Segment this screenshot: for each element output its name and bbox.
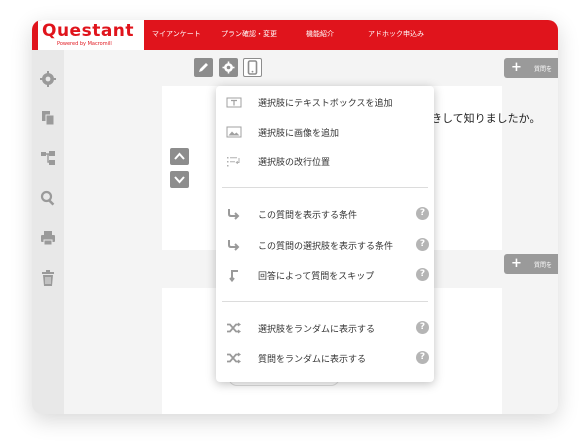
- linebreak-icon: [226, 153, 242, 169]
- menu-item-label: 選択肢にテキストボックスを追加: [258, 99, 393, 109]
- menu-divider: [222, 301, 428, 302]
- add-question-label: 質問を: [534, 262, 553, 269]
- help-icon[interactable]: ?: [416, 321, 429, 334]
- top-navigation-bar: Questant Powered by Macromill マイアンケート プラ…: [32, 20, 558, 50]
- nav-item-adhoc[interactable]: アドホック申込み: [368, 29, 424, 39]
- tree-icon[interactable]: [39, 149, 57, 167]
- menu-item-line-break[interactable]: 選択肢の改行位置: [216, 150, 434, 172]
- menu-item-skip[interactable]: 回答によって質問をスキップ ?: [216, 264, 434, 286]
- menu-item-label: 質問をランダムに表示する: [258, 355, 367, 365]
- menu-item-add-textbox[interactable]: 選択肢にテキストボックスを追加: [216, 91, 434, 113]
- branch-icon: [226, 237, 242, 253]
- menu-item-label: この質問を表示する条件: [258, 211, 358, 221]
- menu-item-random-questions[interactable]: 質問をランダムに表示する ?: [216, 347, 434, 369]
- branch-icon: [226, 206, 242, 222]
- menu-item-add-image[interactable]: 選択肢に画像を追加: [216, 121, 434, 143]
- move-down-button[interactable]: [170, 171, 189, 188]
- add-question-button[interactable]: + 質問を: [504, 58, 558, 78]
- search-icon[interactable]: [39, 189, 57, 207]
- help-icon[interactable]: ?: [416, 207, 429, 220]
- image-icon: [226, 124, 242, 140]
- help-icon[interactable]: ?: [416, 268, 429, 281]
- question-settings-menu: 選択肢にテキストボックスを追加 選択肢に画像を追加 選択肢の改行位置 この質問を…: [216, 86, 434, 382]
- nav-item-features[interactable]: 機能紹介: [306, 29, 334, 39]
- logo[interactable]: Questant Powered by Macromill: [38, 20, 144, 50]
- menu-item-choice-condition[interactable]: この質問の選択肢を表示する条件 ?: [216, 234, 434, 256]
- menu-item-label: 選択肢に画像を追加: [258, 129, 340, 139]
- shuffle-icon: [226, 320, 242, 336]
- menu-item-label: 選択肢の改行位置: [258, 158, 331, 168]
- help-icon[interactable]: ?: [416, 351, 429, 364]
- logo-subtext: Powered by Macromill: [57, 41, 112, 47]
- mobile-icon[interactable]: [243, 58, 262, 77]
- add-question-button-2[interactable]: + 質問を: [504, 254, 558, 274]
- question-text: 聞きして知りましたか。: [420, 112, 541, 125]
- add-question-label: 質問を: [534, 66, 553, 73]
- pencil-icon[interactable]: [194, 58, 213, 77]
- shuffle-icon: [226, 350, 242, 366]
- textbox-icon: [226, 94, 242, 110]
- plus-icon: +: [511, 60, 522, 75]
- menu-item-label: この質問の選択肢を表示する条件: [258, 242, 394, 252]
- menu-divider: [222, 187, 428, 188]
- copy-icon[interactable]: [39, 109, 57, 127]
- menu-item-label: 選択肢をランダムに表示する: [258, 325, 376, 335]
- menu-item-random-choices[interactable]: 選択肢をランダムに表示する ?: [216, 317, 434, 339]
- menu-item-label: 回答によって質問をスキップ: [258, 272, 375, 282]
- print-icon[interactable]: [39, 229, 57, 247]
- menu-item-display-condition[interactable]: この質問を表示する条件 ?: [216, 203, 434, 225]
- gear-icon[interactable]: [219, 58, 238, 77]
- trash-icon[interactable]: [39, 269, 57, 287]
- logo-text: Questant: [42, 21, 135, 41]
- gear-icon[interactable]: [39, 70, 57, 88]
- move-up-button[interactable]: [170, 148, 189, 165]
- nav-item-plan[interactable]: プラン確認・変更: [221, 29, 277, 39]
- sidebar: [32, 50, 64, 414]
- skip-icon: [226, 267, 242, 283]
- nav-item-my-survey[interactable]: マイアンケート: [152, 29, 201, 39]
- plus-icon: +: [511, 256, 522, 271]
- help-icon[interactable]: ?: [416, 238, 429, 251]
